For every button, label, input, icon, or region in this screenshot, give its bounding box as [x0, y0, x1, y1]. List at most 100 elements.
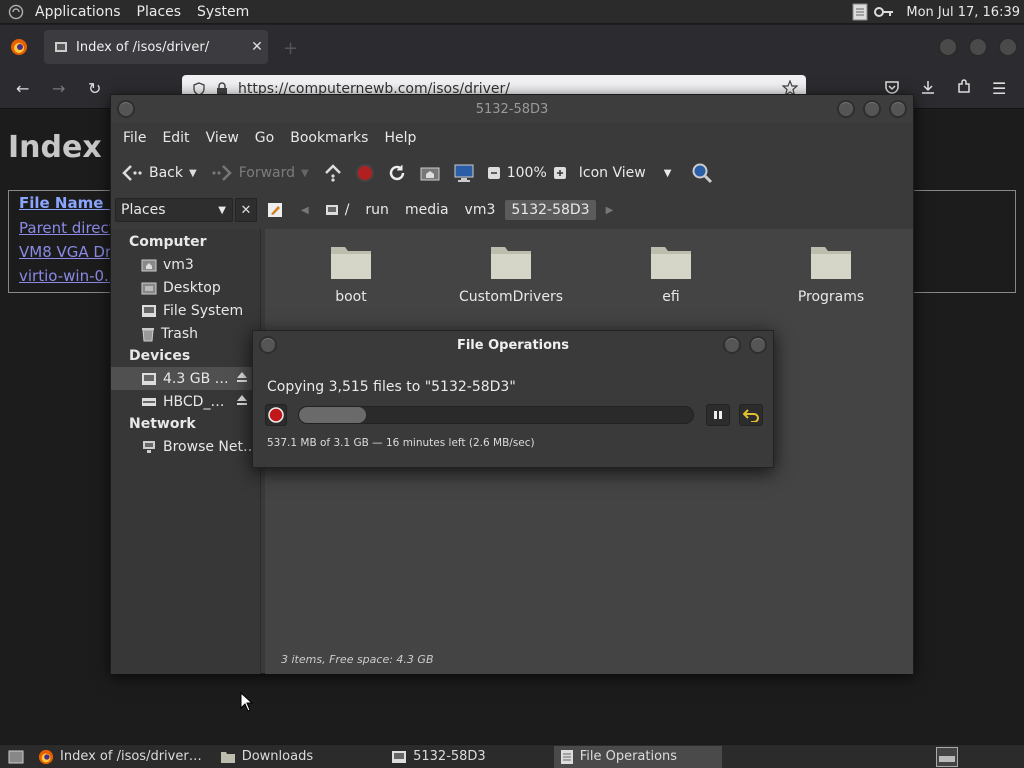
close-button[interactable]: [889, 100, 907, 118]
view-mode-select[interactable]: Icon View ▼: [579, 165, 672, 181]
extensions-icon[interactable]: [956, 79, 972, 95]
menu-go[interactable]: Go: [247, 130, 282, 146]
show-desktop-button[interactable]: [0, 746, 32, 768]
path-crumb-media[interactable]: media: [399, 200, 455, 220]
sidebar-item-device-4-3gb[interactable]: 4.3 GB …: [111, 367, 260, 390]
reload-button[interactable]: [387, 163, 407, 183]
maximize-button[interactable]: [863, 100, 881, 118]
path-crumb-root[interactable]: /: [319, 200, 356, 220]
cancel-copy-button[interactable]: [265, 404, 287, 426]
close-button[interactable]: [749, 336, 767, 354]
firefox-tabbar: Index of /isos/driver/ ✕ +: [0, 25, 1024, 69]
menu-help[interactable]: Help: [376, 130, 424, 146]
chevron-down-icon: ▼: [663, 167, 672, 179]
back-history-dropdown-icon[interactable]: ▼: [189, 168, 197, 179]
system-menu[interactable]: System: [189, 4, 257, 20]
file-operations-titlebar[interactable]: File Operations: [253, 331, 773, 359]
zoom-out-icon[interactable]: [487, 166, 501, 180]
path-scroll-right-icon[interactable]: ▶: [606, 205, 614, 216]
sidebar-item-trash[interactable]: Trash: [111, 322, 260, 345]
taskbar-item-downloads[interactable]: Downloads: [214, 746, 319, 768]
view-mode-value: Icon View: [578, 165, 646, 181]
table-row-link[interactable]: virtio-win-0.1: [19, 267, 118, 285]
mate-logo-icon[interactable]: [5, 1, 27, 23]
path-crumb-current[interactable]: 5132-58D3: [505, 200, 596, 220]
key-icon[interactable]: [874, 5, 894, 19]
downloads-icon[interactable]: [920, 79, 936, 95]
minimize-button[interactable]: [938, 37, 958, 57]
taskbar-item-label: File Operations: [579, 749, 678, 764]
back-arrow-icon[interactable]: ←: [16, 79, 29, 98]
workspace-switcher[interactable]: [936, 747, 958, 767]
applications-menu[interactable]: Applications: [27, 4, 129, 20]
folder-item-efi[interactable]: efi: [591, 241, 751, 305]
tab-close-icon[interactable]: ✕: [246, 39, 268, 55]
places-menu[interactable]: Places: [129, 4, 190, 20]
show-desktop-icon: [8, 750, 24, 764]
path-crumb-run[interactable]: run: [359, 200, 395, 220]
close-sidebar-button[interactable]: ✕: [235, 198, 257, 222]
taskbar-item-file-manager[interactable]: 5132-58D3: [385, 746, 492, 768]
eject-icon[interactable]: [236, 371, 248, 383]
forward-button[interactable]: Forward: [211, 164, 295, 182]
copy-detail: 537.1 MB of 3.1 GB — 16 minutes left (2.…: [267, 437, 535, 449]
pocket-icon[interactable]: [884, 79, 900, 95]
undo-button[interactable]: [739, 404, 763, 426]
stop-button[interactable]: [355, 163, 375, 183]
home-button[interactable]: [419, 164, 441, 182]
edit-location-icon[interactable]: [267, 202, 283, 218]
new-tab-icon[interactable]: +: [283, 38, 298, 59]
window-menu-button[interactable]: [117, 100, 135, 118]
sidebar-item-browse-network[interactable]: Browse Net…: [111, 435, 260, 458]
folder-label: CustomDrivers: [458, 289, 563, 305]
folder-item-customdrivers[interactable]: CustomDrivers: [431, 241, 591, 305]
sidebar-item-label: File System: [163, 302, 244, 319]
folder-item-boot[interactable]: boot: [271, 241, 431, 305]
maximize-button[interactable]: [968, 37, 988, 57]
close-button[interactable]: [998, 37, 1018, 57]
taskbar-item-file-operations[interactable]: File Operations: [553, 745, 722, 768]
minimize-button[interactable]: [723, 336, 741, 354]
menu-bookmarks[interactable]: Bookmarks: [282, 130, 376, 146]
back-button[interactable]: Back: [121, 164, 183, 182]
file-manager-titlebar[interactable]: 5132-58D3: [111, 95, 913, 123]
path-scroll-left-icon[interactable]: ◀: [301, 205, 309, 216]
sidebar-item-desktop[interactable]: Desktop: [111, 276, 260, 299]
forward-arrow-icon[interactable]: →: [52, 79, 65, 98]
zoom-in-icon[interactable]: [553, 166, 567, 180]
sidebar-item-device-hbcd[interactable]: HBCD_…: [111, 390, 260, 413]
dialog-title: File Operations: [456, 337, 570, 353]
reload-icon: [387, 163, 407, 183]
window-menu-button[interactable]: [259, 336, 277, 354]
chevron-down-icon: ▼: [218, 204, 226, 216]
up-button[interactable]: [323, 164, 343, 182]
firefox-icon[interactable]: [10, 38, 28, 56]
menu-file[interactable]: File: [115, 130, 154, 146]
bottom-panel: Index of /isos/driver… Downloads 5132-58…: [0, 744, 1024, 768]
reload-icon[interactable]: ↻: [88, 79, 101, 98]
path-crumb-vm3[interactable]: vm3: [459, 200, 502, 220]
clipboard-icon[interactable]: [852, 3, 868, 21]
computer-button[interactable]: [453, 163, 475, 183]
sidebar-type-select[interactable]: Places ▼: [115, 198, 233, 222]
menu-edit[interactable]: Edit: [154, 130, 197, 146]
forward-history-dropdown-icon[interactable]: ▼: [301, 168, 309, 179]
mouse-pointer-icon: [240, 692, 254, 712]
hamburger-menu-icon[interactable]: ☰: [992, 79, 1006, 98]
copy-message: Copying 3,515 files to "5132-58D3": [267, 379, 516, 395]
search-button[interactable]: [691, 162, 713, 184]
folder-icon: [431, 241, 591, 281]
places-sidebar: Computer vm3 Desktop File System Trash D…: [111, 229, 261, 674]
column-header-file-name[interactable]: File Name ↓: [19, 194, 121, 212]
sidebar-item-vm3[interactable]: vm3: [111, 253, 260, 276]
menu-view[interactable]: View: [198, 130, 247, 146]
sidebar-item-file-system[interactable]: File System: [111, 299, 260, 322]
firefox-tab[interactable]: Index of /isos/driver/ ✕: [44, 30, 268, 64]
taskbar-item-firefox[interactable]: Index of /isos/driver…: [32, 746, 208, 768]
eject-icon[interactable]: [236, 394, 248, 406]
pause-button[interactable]: [706, 404, 730, 426]
clock[interactable]: Mon Jul 17, 16:39: [906, 5, 1020, 20]
sidebar-item-label: vm3: [163, 256, 194, 273]
minimize-button[interactable]: [837, 100, 855, 118]
folder-item-programs[interactable]: Programs: [751, 241, 911, 305]
